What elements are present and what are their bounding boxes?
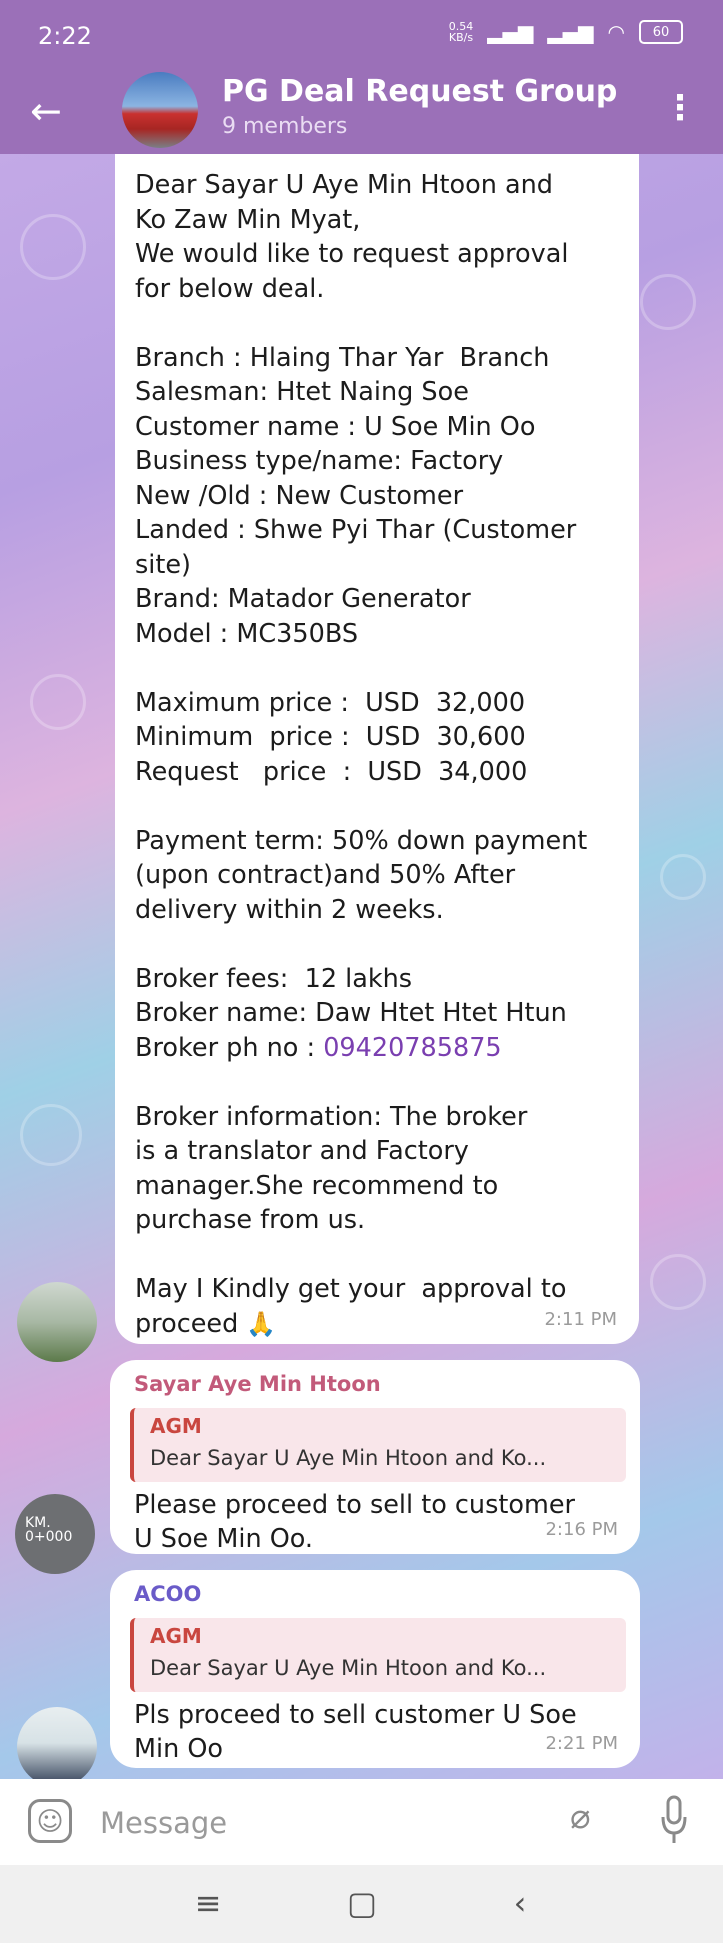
status-time: 2:22: [38, 22, 92, 50]
system-nav-bar: ≡ ▢ ‹: [0, 1865, 723, 1943]
message-text-part: Broker information: The broker is a tran…: [135, 1101, 567, 1339]
sender-avatar[interactable]: [17, 1282, 97, 1362]
doodle-shape: [650, 1254, 706, 1310]
doodle-shape: [20, 1104, 82, 1166]
paperclip-icon[interactable]: ⌀: [570, 1797, 590, 1837]
back-arrow-icon[interactable]: ←: [30, 86, 80, 136]
message-line: Please proceed to sell to customer U Soe…: [134, 1490, 575, 1554]
recent-apps-icon[interactable]: ≡: [178, 1881, 238, 1925]
reply-preview-text: Dear Sayar U Aye Min Htoon and Ko...: [150, 1656, 547, 1680]
avatar-text: KM. 0+000: [25, 1515, 73, 1545]
battery-icon: 60: [639, 20, 683, 44]
more-menu-icon[interactable]: ⋮: [663, 88, 697, 128]
sticker-icon[interactable]: ☺: [28, 1799, 72, 1843]
group-title[interactable]: PG Deal Request Group: [222, 74, 617, 109]
network-speed: 0.54 KB/s: [449, 21, 474, 43]
group-members-count: 9 members: [222, 114, 348, 139]
doodle-shape: [660, 854, 706, 900]
pray-emoji-icon: 🙏: [246, 1309, 277, 1338]
doodle-shape: [640, 274, 696, 330]
wifi-icon: ◠: [607, 20, 625, 44]
message-input-bar: ☺ ⌀: [0, 1779, 723, 1865]
microphone-icon[interactable]: [660, 1795, 688, 1847]
message-time: 2:21 PM: [545, 1733, 618, 1754]
sender-avatar[interactable]: KM. 0+000: [15, 1494, 95, 1574]
reply-preview-text: Dear Sayar U Aye Min Htoon and Ko...: [150, 1446, 547, 1470]
network-speed-unit: KB/s: [448, 31, 474, 44]
status-icons: 0.54 KB/s ▂▄▆ ▂▄▆ ◠ 60: [449, 20, 683, 44]
message-bubble[interactable]: Sayar Aye Min Htoon AGM Dear Sayar U Aye…: [110, 1360, 640, 1554]
chat-header: ← PG Deal Request Group 9 members ⋮: [0, 72, 723, 154]
home-icon[interactable]: ▢: [332, 1881, 392, 1925]
battery-level: 60: [652, 24, 670, 40]
message-text: Pls proceed to sell customer U Soe Min O…: [134, 1698, 630, 1766]
sender-name[interactable]: Sayar Aye Min Htoon: [134, 1372, 381, 1396]
message-text-part: Dear Sayar U Aye Min Htoon and Ko Zaw Mi…: [135, 170, 588, 1063]
sender-name[interactable]: ACOO: [134, 1582, 201, 1606]
system-back-icon[interactable]: ‹: [490, 1881, 550, 1925]
message-bubble[interactable]: ACOO AGM Dear Sayar U Aye Min Htoon and …: [110, 1570, 640, 1768]
reply-quote[interactable]: AGM Dear Sayar U Aye Min Htoon and Ko...: [130, 1408, 626, 1482]
reply-quote[interactable]: AGM Dear Sayar U Aye Min Htoon and Ko...: [130, 1618, 626, 1692]
phone-number-link[interactable]: 09420785875: [323, 1033, 501, 1063]
message-time: 2:11 PM: [544, 1309, 617, 1330]
reply-author: AGM: [150, 1414, 202, 1438]
message-line: Pls proceed to sell customer U Soe Min O…: [134, 1700, 577, 1764]
doodle-shape: [30, 674, 86, 730]
status-bar: 2:22 0.54 KB/s ▂▄▆ ▂▄▆ ◠ 60: [0, 0, 723, 72]
message-bubble[interactable]: Dear Sayar U Aye Min Htoon and Ko Zaw Mi…: [115, 154, 639, 1344]
sender-avatar[interactable]: [17, 1707, 97, 1787]
message-time: 2:16 PM: [545, 1519, 618, 1540]
signal-icon: ▂▄▆: [487, 20, 534, 44]
signal-2-icon: ▂▄▆: [547, 20, 594, 44]
group-avatar[interactable]: [122, 72, 198, 148]
reply-author: AGM: [150, 1624, 202, 1648]
message-text: Dear Sayar U Aye Min Htoon and Ko Zaw Mi…: [135, 168, 631, 1341]
message-input[interactable]: [98, 1803, 502, 1843]
doodle-shape: [20, 214, 86, 280]
